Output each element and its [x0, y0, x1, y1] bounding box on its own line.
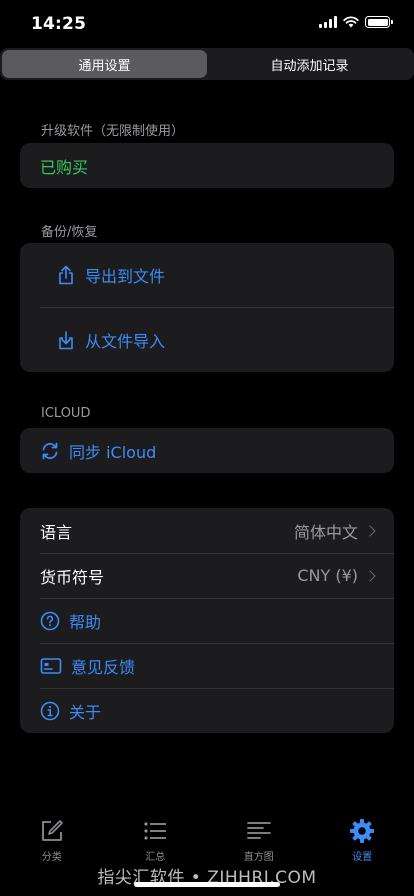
purchased-status-row[interactable]: 已购买: [20, 143, 394, 188]
tab-histogram-label: 直方图: [243, 852, 274, 863]
chevron-right-icon: [364, 569, 376, 582]
status-bar: 14:25: [0, 0, 414, 48]
feedback-label: 意见反馈: [71, 657, 136, 677]
gear-icon: [350, 819, 375, 843]
language-value: 简体中文: [293, 522, 358, 542]
export-label: 导出到文件: [85, 267, 166, 286]
share-export-icon: [56, 265, 76, 285]
backup-section-header: 备份/恢复: [41, 225, 98, 240]
wifi-icon: [343, 16, 359, 28]
about-label: 关于: [69, 702, 102, 722]
question-circle-icon: [40, 611, 60, 631]
language-row[interactable]: 语言 简体中文: [20, 508, 394, 553]
currency-label: 货币符号: [40, 567, 105, 587]
tab-general-settings[interactable]: 通用设置: [2, 50, 207, 78]
help-row[interactable]: 帮助: [20, 598, 394, 643]
icloud-section-header: ICLOUD: [41, 406, 91, 421]
currency-value-group: CNY (¥): [297, 566, 376, 585]
icloud-card: 同步 iCloud: [20, 428, 394, 473]
tab-summary-label: 汇总: [145, 852, 166, 863]
info-circle-icon: [40, 701, 60, 721]
import-label: 从文件导入: [85, 331, 166, 351]
purchased-label: 已购买: [40, 157, 89, 177]
feedback-row[interactable]: 意见反馈: [20, 643, 394, 688]
feedback-card-icon: [40, 656, 62, 676]
currency-value: CNY (¥): [297, 566, 358, 585]
import-from-file-button[interactable]: 从文件导入: [20, 307, 394, 372]
edit-square-icon: [41, 820, 63, 841]
sync-arrows-icon: [40, 441, 60, 461]
text-align-icon: [246, 822, 271, 839]
import-icon: [56, 330, 76, 350]
settings-segmented-control: 通用设置 自动添加记录: [0, 48, 414, 80]
currency-row[interactable]: 货币符号 CNY (¥): [20, 553, 394, 598]
status-time: 14:25: [31, 14, 87, 34]
tab-settings-label: 设置: [352, 852, 373, 863]
home-indicator[interactable]: [134, 882, 280, 887]
tab-auto-add-records[interactable]: 自动添加记录: [207, 50, 412, 78]
backup-card: 导出到文件 从文件导入: [20, 243, 394, 372]
language-label: 语言: [40, 522, 73, 542]
list-bullet-icon: [144, 822, 167, 840]
chevron-right-icon: [364, 524, 376, 537]
tab-category-label: 分类: [41, 852, 62, 863]
upgrade-card: 已购买: [20, 143, 394, 188]
sync-icloud-button[interactable]: 同步 iCloud: [20, 428, 394, 473]
status-icons: [319, 16, 393, 28]
cellular-signal-icon: [319, 16, 337, 28]
help-label: 帮助: [69, 612, 102, 632]
language-value-group: 简体中文: [293, 519, 376, 543]
export-to-file-button[interactable]: 导出到文件: [20, 243, 394, 307]
battery-icon: [365, 16, 393, 28]
general-settings-card: 语言 简体中文 货币符号 CNY (¥) 帮助 意见反馈 关于: [20, 508, 394, 733]
upgrade-section-header: 升级软件（无限制使用）: [41, 124, 185, 139]
sync-icloud-label: 同步 iCloud: [69, 442, 157, 462]
about-row[interactable]: 关于: [20, 688, 394, 733]
